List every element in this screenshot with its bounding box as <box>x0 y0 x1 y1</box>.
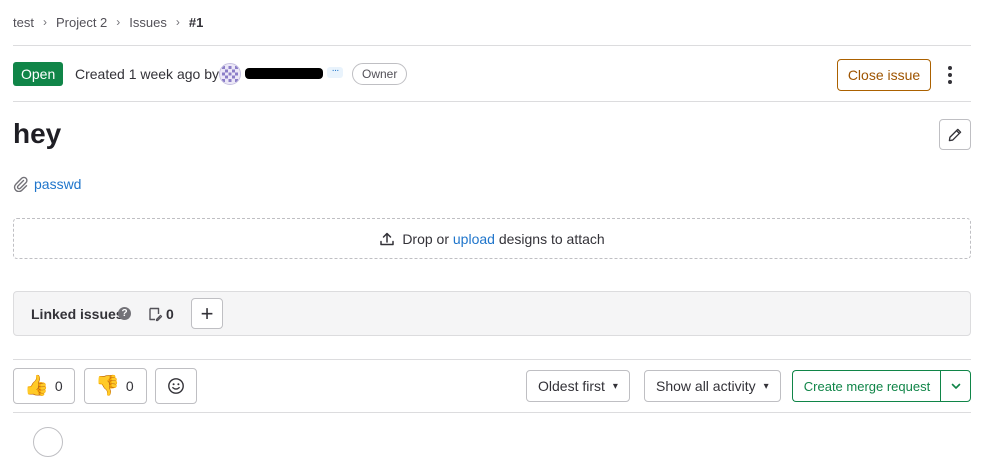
timeline-avatar <box>33 427 63 457</box>
chevron-down-icon: ▾ <box>612 380 618 392</box>
edit-title-button[interactable] <box>939 119 971 150</box>
chevron-down-icon: ▾ <box>763 380 769 392</box>
thumbs-down-count: 0 <box>125 378 134 394</box>
breadcrumb-item-issues[interactable]: Issues <box>129 15 167 30</box>
merge-request-dropdown-toggle[interactable] <box>940 370 971 402</box>
upload-link[interactable]: upload <box>453 231 495 247</box>
issue-title: hey <box>13 118 62 149</box>
add-reaction-button[interactable] <box>155 368 197 404</box>
breadcrumb-item-issue[interactable]: #1 <box>189 15 203 30</box>
paperclip-icon <box>13 176 28 192</box>
sort-order-label: Oldest first <box>538 378 605 394</box>
dropzone-suffix: designs to attach <box>498 230 605 247</box>
status-badge: Open <box>13 62 64 86</box>
divider <box>13 101 971 102</box>
breadcrumb-item-project[interactable]: Project 2 <box>56 15 107 30</box>
linked-issues-title: Linked issues <box>31 306 124 322</box>
created-by-text: Created 1 week ago by <box>75 66 219 82</box>
author-avatar[interactable] <box>219 63 241 85</box>
chevron-right-icon: › <box>175 15 180 29</box>
dropzone-prefix: Drop or <box>402 230 449 247</box>
attachment-link[interactable]: passwd <box>34 175 81 193</box>
more-actions-icon[interactable] <box>940 62 960 88</box>
chevron-down-icon <box>951 383 960 389</box>
breadcrumb-item-group[interactable]: test <box>13 15 34 30</box>
divider <box>13 412 971 413</box>
create-merge-request-button[interactable]: Create merge request <box>792 370 941 402</box>
upload-icon <box>380 232 395 245</box>
activity-filter-dropdown[interactable]: Show all activity ▾ <box>644 370 781 402</box>
issues-icon <box>149 307 163 322</box>
sort-order-dropdown[interactable]: Oldest first ▾ <box>526 370 630 402</box>
thumbs-up-button[interactable]: 👍 0 <box>13 368 75 404</box>
chevron-right-icon: › <box>42 15 47 29</box>
divider <box>13 359 971 360</box>
breadcrumb: test › Project 2 › Issues › #1 <box>13 13 203 31</box>
question-icon[interactable]: ? <box>118 307 131 320</box>
thumbs-down-button[interactable]: 👎 0 <box>84 368 147 404</box>
user-more-badge[interactable]: ··· <box>327 66 343 78</box>
design-dropzone[interactable]: Drop or upload designs to attach <box>13 218 971 259</box>
thumbs-up-count: 0 <box>54 378 63 394</box>
linked-issues-count: 0 <box>166 306 174 322</box>
redacted-author-name[interactable] <box>245 68 323 79</box>
pencil-icon <box>948 128 962 141</box>
add-linked-issue-button[interactable]: + <box>191 298 223 329</box>
close-issue-button[interactable]: Close issue <box>837 59 931 91</box>
linked-issues-card: Linked issues ? 0 + <box>13 291 971 336</box>
role-badge: Owner <box>352 63 408 85</box>
activity-filter-label: Show all activity <box>656 378 756 394</box>
chevron-right-icon: › <box>116 15 121 29</box>
thumbs-down-icon: 👎 <box>95 375 120 397</box>
divider <box>13 45 971 46</box>
smiley-icon <box>168 378 184 394</box>
thumbs-up-icon: 👍 <box>24 375 49 397</box>
